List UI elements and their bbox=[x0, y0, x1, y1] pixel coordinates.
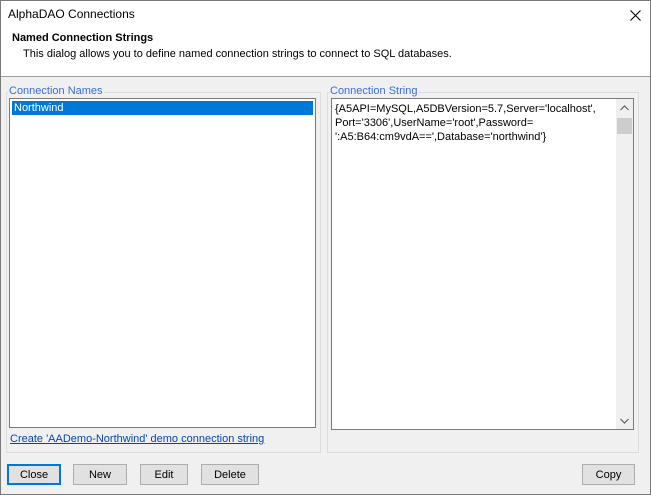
window-title: AlphaDAO Connections bbox=[8, 7, 135, 21]
copy-button[interactable]: Copy bbox=[582, 464, 635, 485]
list-item-northwind[interactable]: Northwind bbox=[12, 101, 313, 115]
scroll-down-icon[interactable] bbox=[616, 412, 633, 429]
close-button[interactable]: Close bbox=[7, 464, 61, 485]
header-title: Named Connection Strings bbox=[12, 32, 154, 44]
header-description: This dialog allows you to define named c… bbox=[23, 48, 452, 60]
connection-string-label: Connection String bbox=[329, 85, 419, 97]
vertical-scrollbar[interactable] bbox=[616, 99, 633, 429]
edit-button[interactable]: Edit bbox=[140, 464, 188, 485]
create-demo-connection-link[interactable]: Create 'AADemo-Northwind' demo connectio… bbox=[10, 433, 264, 445]
title-bar[interactable]: AlphaDAO Connections bbox=[1, 1, 650, 29]
delete-button[interactable]: Delete bbox=[201, 464, 259, 485]
dialog-header: Named Connection Strings This dialog all… bbox=[1, 29, 650, 77]
window-close-icon[interactable] bbox=[620, 1, 650, 29]
connection-names-listbox[interactable]: Northwind bbox=[9, 98, 316, 428]
new-button[interactable]: New bbox=[73, 464, 127, 485]
dialog-window: AlphaDAO Connections Named Connection St… bbox=[0, 0, 651, 495]
scroll-thumb[interactable] bbox=[617, 118, 632, 134]
connection-string-value: {A5API=MySQL,A5DBVersion=5.7,Server='loc… bbox=[335, 103, 596, 143]
connection-names-label: Connection Names bbox=[8, 85, 104, 97]
scroll-up-icon[interactable] bbox=[616, 99, 633, 116]
connection-string-textarea[interactable]: {A5API=MySQL,A5DBVersion=5.7,Server='loc… bbox=[331, 98, 634, 430]
